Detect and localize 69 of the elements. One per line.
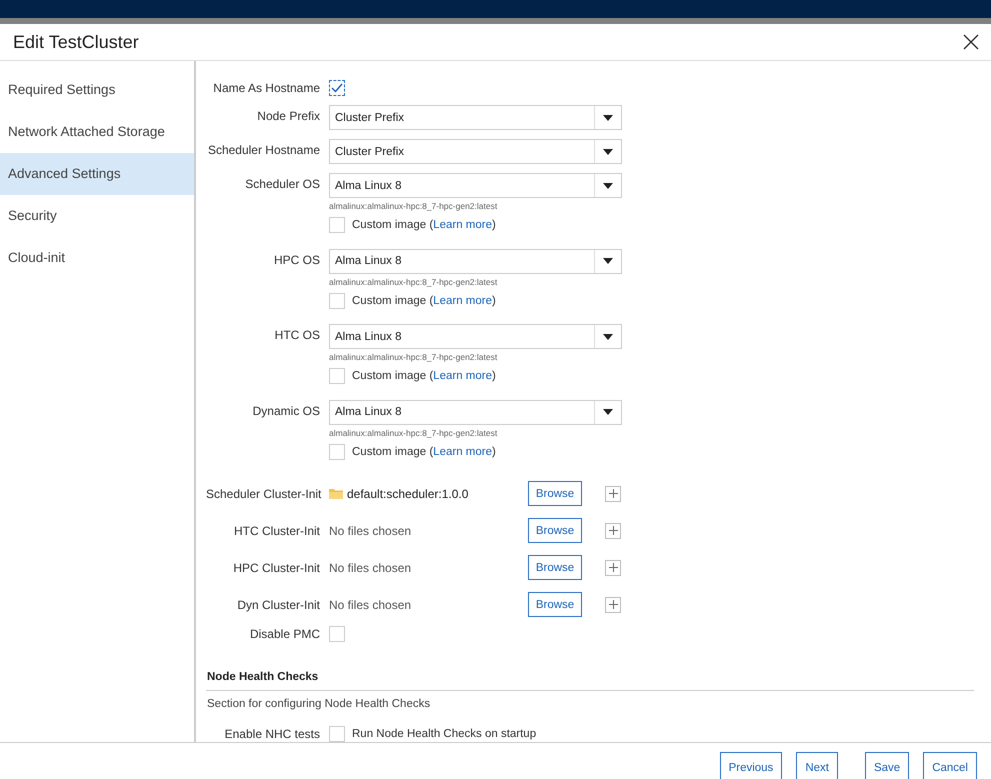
field-label: HTC Cluster-Init xyxy=(232,524,321,538)
dropdown[interactable]: Alma Linux 8 xyxy=(329,400,622,424)
dropdown[interactable]: Alma Linux 8 xyxy=(329,173,622,198)
folder-icon xyxy=(329,488,343,499)
learn-more-link[interactable]: Learn more xyxy=(433,294,492,306)
field-label: HPC Cluster-Init xyxy=(232,560,321,574)
footer-button[interactable]: Previous xyxy=(720,752,782,779)
field-label: Dynamic OS xyxy=(252,402,321,418)
image-hint: almalinux:almalinux-hpc:8_7-hpc-gen2:latest xyxy=(329,201,498,211)
footer-button[interactable]: Save xyxy=(864,752,910,779)
plus-icon xyxy=(608,600,618,609)
caret-icon xyxy=(603,258,613,264)
field-label: Name As Hostname xyxy=(212,81,321,95)
sidebar-item[interactable]: Advanced Settings xyxy=(0,153,194,195)
caret-icon xyxy=(603,148,613,154)
browse-button[interactable]: Browse xyxy=(528,592,582,617)
file-name: default:scheduler:1.0.0 xyxy=(347,486,468,500)
image-hint: almalinux:almalinux-hpc:8_7-hpc-gen2:latest xyxy=(329,428,498,438)
caret-icon xyxy=(603,114,613,120)
image-hint: almalinux:almalinux-hpc:8_7-hpc-gen2:latest xyxy=(329,352,498,362)
field-label: HTC OS xyxy=(274,327,321,342)
sidebar-item[interactable]: Security xyxy=(0,195,194,237)
learn-more-link[interactable]: Learn more xyxy=(433,370,492,382)
sidebar-item[interactable]: Cloud-init xyxy=(0,237,194,279)
section-heading: Node Health Checks xyxy=(207,671,318,683)
field-label: Enable NHC tests xyxy=(224,727,321,741)
add-button[interactable] xyxy=(605,486,621,502)
dropdown[interactable]: Alma Linux 8 xyxy=(329,248,622,274)
file-name: No files chosen xyxy=(329,598,412,612)
checkbox-label: Custom image (Learn more) xyxy=(352,294,496,306)
learn-more-link[interactable]: Learn more xyxy=(433,219,492,231)
add-button[interactable] xyxy=(605,522,621,538)
add-button[interactable] xyxy=(605,560,621,576)
sidebar-item[interactable]: Required Settings xyxy=(0,69,194,111)
checkbox[interactable] xyxy=(329,80,345,96)
field-label: Dyn Cluster-Init xyxy=(236,598,321,612)
checkbox-label: Run Node Health Checks on startup xyxy=(352,728,536,740)
footer-button[interactable]: Next xyxy=(796,752,838,779)
close-icon[interactable] xyxy=(963,34,979,50)
field-label: HPC OS xyxy=(272,252,321,266)
checkbox-label: Custom image (Learn more) xyxy=(352,219,496,231)
field-label: Node Prefix xyxy=(256,108,321,123)
caret-icon xyxy=(603,182,613,188)
dropdown[interactable]: Cluster Prefix xyxy=(329,105,622,130)
checkbox-label: Custom image (Learn more) xyxy=(352,370,496,382)
plus-icon xyxy=(608,526,618,535)
caret-icon xyxy=(603,334,613,340)
field-label: Scheduler OS xyxy=(244,176,321,191)
caret-icon xyxy=(603,409,613,415)
checkbox-label: Custom image (Learn more) xyxy=(352,446,496,458)
dialog-title: Edit TestCluster xyxy=(13,32,139,52)
image-hint: almalinux:almalinux-hpc:8_7-hpc-gen2:latest xyxy=(329,276,498,286)
footer-button[interactable]: Cancel xyxy=(923,752,977,779)
dropdown[interactable]: Alma Linux 8 xyxy=(329,324,622,349)
browse-button[interactable]: Browse xyxy=(528,481,582,506)
field-label: Scheduler Hostname xyxy=(206,142,321,157)
file-name: No files chosen xyxy=(329,560,412,574)
browse-button[interactable]: Browse xyxy=(528,518,582,543)
dropdown[interactable]: Cluster Prefix xyxy=(329,139,622,164)
plus-icon xyxy=(608,489,618,498)
browse-button[interactable]: Browse xyxy=(528,555,582,580)
learn-more-link[interactable]: Learn more xyxy=(433,446,492,458)
section-description: Section for configuring Node Health Checks xyxy=(207,698,432,710)
field-label: Scheduler Cluster-Init xyxy=(206,486,322,500)
add-button[interactable] xyxy=(605,596,621,612)
plus-icon xyxy=(608,563,618,572)
file-name: No files chosen xyxy=(329,524,412,538)
sidebar-item[interactable]: Network Attached Storage xyxy=(0,111,194,153)
field-label: Disable PMC xyxy=(248,627,321,641)
